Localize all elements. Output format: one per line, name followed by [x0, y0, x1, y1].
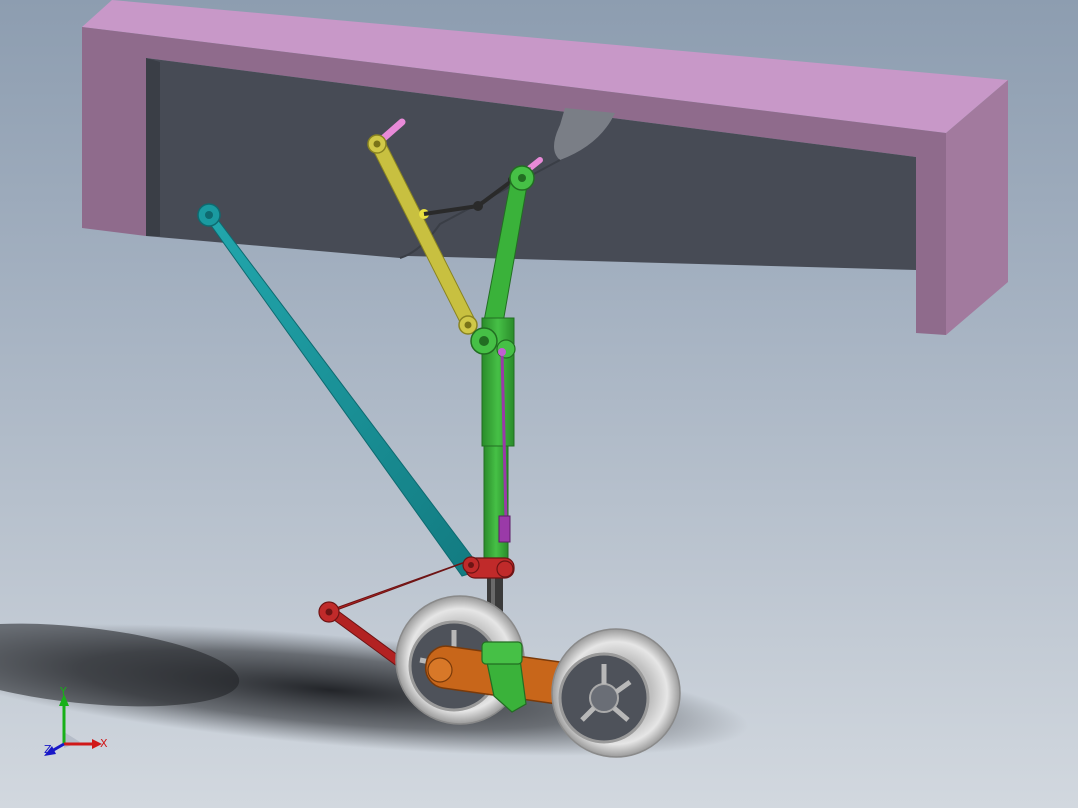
- coordinate-triad: Y X Z: [40, 685, 120, 764]
- wheel-right[interactable]: [551, 628, 681, 758]
- triad-axes: [44, 694, 102, 756]
- triad-z-label: Z: [44, 743, 52, 756]
- triad-y-label: Y: [60, 685, 67, 698]
- fuselage-frame[interactable]: [82, 0, 1008, 335]
- triad-x-label: X: [100, 737, 108, 750]
- model-viewport[interactable]: Y X Z: [0, 0, 1078, 808]
- landing-gear-model[interactable]: [0, 0, 1078, 808]
- bay-left-shade: [146, 58, 160, 236]
